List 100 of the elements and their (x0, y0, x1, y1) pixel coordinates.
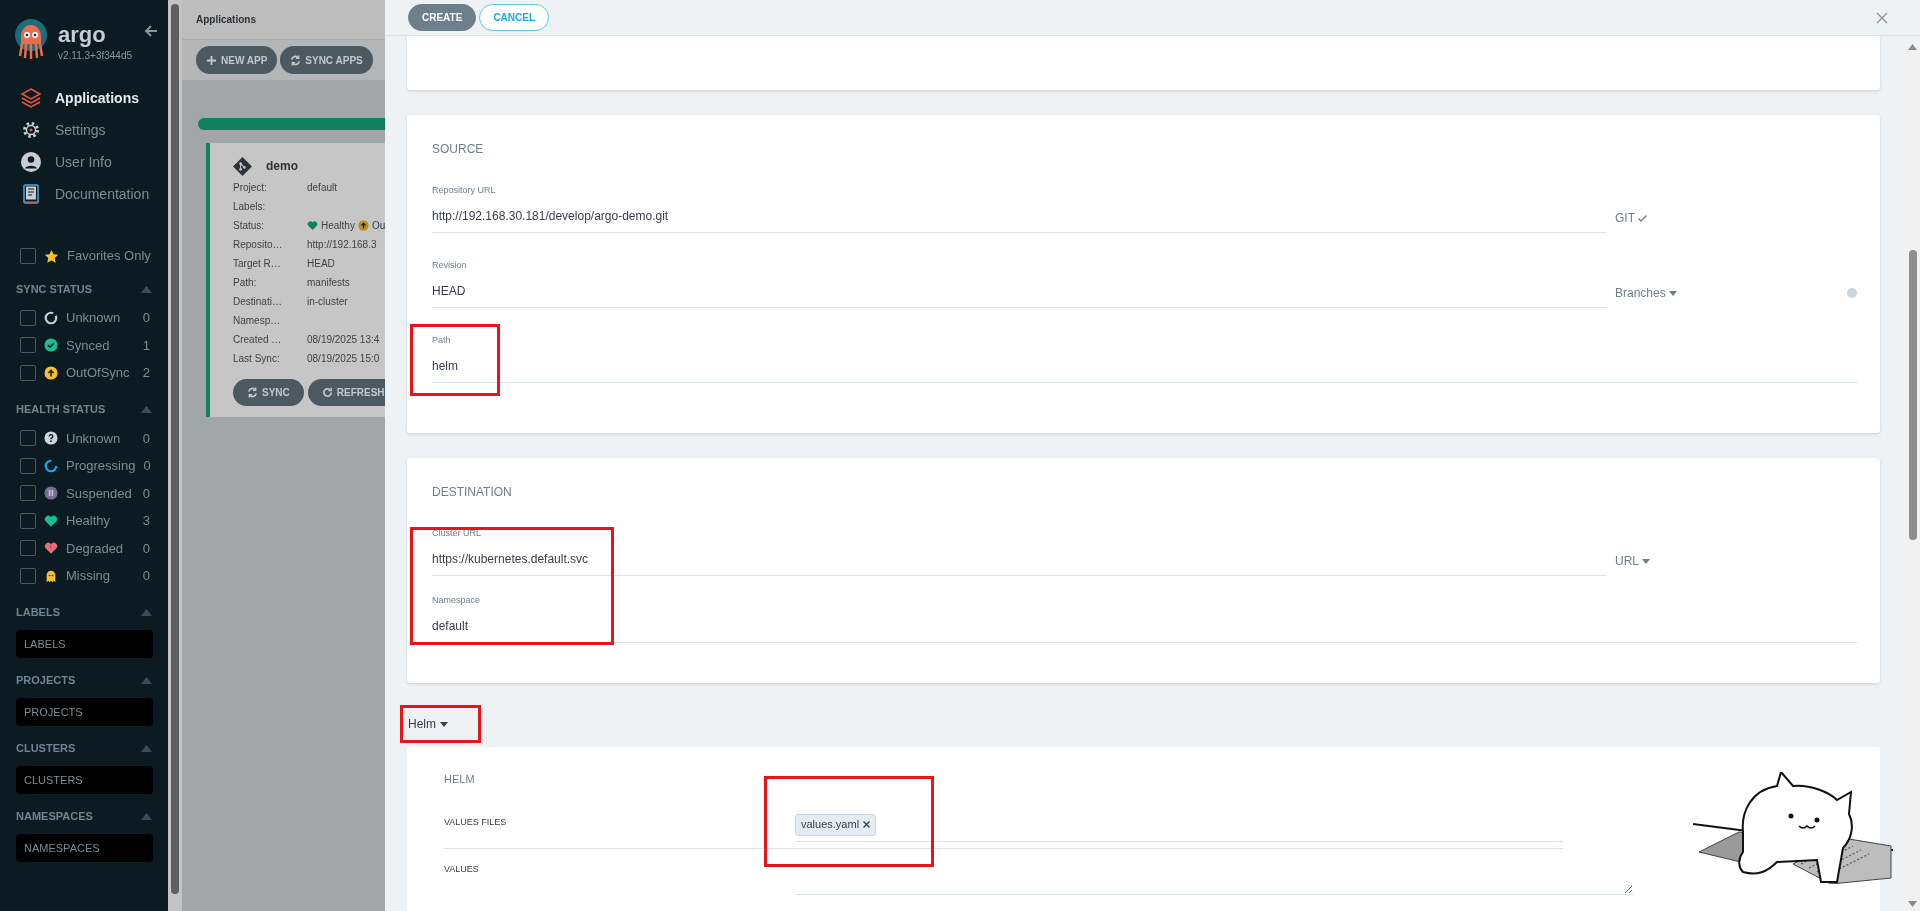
scroll-down-icon[interactable] (1908, 901, 1917, 907)
field-label: Namesp… (233, 314, 282, 328)
filter-section-title: PROJECTS (16, 673, 76, 689)
collapse-caret-icon[interactable] (141, 406, 152, 413)
checkbox[interactable] (20, 309, 36, 326)
collapse-caret-icon[interactable] (141, 609, 152, 616)
filter-input-field[interactable]: PROJECTS (16, 697, 153, 726)
source-type-dropdown[interactable]: Helm (408, 716, 448, 732)
user-icon (20, 151, 42, 173)
field-label: VALUES FILES (444, 817, 507, 827)
collapse-caret-icon[interactable] (141, 745, 152, 752)
filter-section-title: CLUSTERS (16, 741, 76, 757)
nav-item[interactable]: Settings (0, 114, 168, 146)
filter-count: 0 (143, 457, 151, 475)
sync-icon (290, 54, 302, 66)
field-label: Labels: (233, 200, 267, 214)
filter-count: 1 (142, 336, 150, 355)
toolbar-button[interactable]: NEW APP (196, 46, 278, 74)
star-icon (44, 248, 59, 264)
collapse-caret-icon[interactable] (141, 813, 152, 820)
dropdown-toggle[interactable]: URL (1615, 552, 1650, 570)
check-icon (1638, 214, 1647, 222)
nav-item[interactable]: Applications (0, 82, 168, 114)
section-title: DESTINATION (432, 484, 513, 501)
filter-input-field[interactable]: LABELS (16, 629, 153, 658)
filter-section-title: LABELS (16, 605, 60, 621)
field-value: 08/19/2025 13:4 (307, 333, 380, 347)
field-label: VALUES (444, 864, 479, 874)
filter-option-label: OutOfSync (66, 364, 130, 382)
field-value: 08/19/2025 15:0 (307, 352, 380, 366)
filter-option-label: Missing (66, 567, 111, 585)
nav-item[interactable]: User Info (0, 146, 168, 178)
logo-text: argo (58, 24, 107, 46)
caret-icon (1642, 558, 1650, 564)
input-field[interactable]: Repository URL http://192.168.30.181/develop/argo-demo.git (432, 184, 1607, 233)
app-action-button[interactable]: SYNC (233, 379, 304, 406)
book-icon (20, 183, 42, 205)
filter-input-field[interactable]: NAMESPACES (16, 833, 153, 862)
panel-action-button[interactable]: CREATE (408, 4, 477, 31)
section-title: HELM (444, 772, 476, 787)
input-field[interactable]: Revision HEAD (432, 259, 1607, 308)
help-icon[interactable] (1847, 288, 1857, 298)
filter-count: 0 (142, 567, 150, 585)
filter-option-label: Degraded (66, 539, 124, 558)
field-label: Created … (233, 333, 283, 347)
filter-option-label: Progressing (66, 457, 136, 475)
filter-section-title: SYNC STATUS (16, 281, 92, 297)
field-label: Status: (233, 219, 266, 233)
checkbox[interactable] (20, 567, 36, 584)
close-icon[interactable] (1876, 11, 1888, 24)
field-value: http://192.168.3 (307, 238, 377, 252)
checkbox[interactable] (20, 248, 36, 264)
dropdown-toggle[interactable]: Branches (1615, 284, 1677, 302)
input-field[interactable]: Namespace default (432, 594, 1857, 643)
field-label: Destinati… (233, 295, 283, 309)
caret-icon (440, 721, 448, 727)
field-label: Last Sync: (233, 352, 281, 366)
tag-input-field[interactable]: values.yaml (795, 812, 1563, 842)
file-tag: values.yaml (795, 813, 877, 836)
caret-icon (1668, 290, 1677, 296)
checkbox[interactable] (20, 512, 36, 529)
field-value: default (307, 181, 338, 195)
filter-count: 0 (142, 539, 150, 558)
checkbox[interactable] (20, 485, 36, 502)
filter-input-field[interactable]: CLUSTERS (16, 765, 153, 794)
sync-icon (247, 387, 258, 398)
checkbox[interactable] (20, 337, 36, 354)
filter-count: 0 (142, 429, 150, 448)
input-field[interactable]: Path helm (432, 334, 1857, 383)
section-title: SOURCE (432, 141, 485, 158)
octopus-logo-icon (14, 18, 48, 60)
refresh-icon (321, 387, 333, 398)
breadcrumb-text: Applications (196, 13, 256, 27)
scrollbar-thumb[interactable] (1908, 250, 1917, 540)
filter-section-title: NAMESPACES (16, 809, 93, 825)
filter-option-label: Synced (66, 336, 110, 355)
plus-icon (206, 54, 217, 66)
back-arrow-icon[interactable] (144, 24, 158, 38)
field-value: in-cluster (307, 295, 348, 309)
layers-icon (20, 87, 42, 109)
arrow-up-circle-icon (357, 220, 369, 231)
checkbox[interactable] (20, 430, 36, 447)
checkbox[interactable] (20, 457, 36, 474)
app-action-button[interactable]: REFRESH (307, 379, 385, 406)
status-text: Ou (371, 219, 385, 233)
nav-item[interactable]: Documentation (0, 178, 168, 210)
field-label: Path: (233, 276, 258, 290)
collapse-caret-icon[interactable] (141, 677, 152, 684)
checkbox[interactable] (20, 364, 36, 381)
filter-count: 0 (142, 309, 150, 327)
favorites-label: Favorites Only (67, 247, 151, 266)
collapse-caret-icon[interactable] (141, 285, 152, 293)
remove-icon[interactable] (863, 821, 871, 828)
field-label: Target R… (233, 257, 282, 271)
checkbox[interactable] (20, 540, 36, 557)
filter-count: 0 (142, 484, 150, 503)
scroll-up-icon[interactable] (1908, 44, 1917, 50)
field-label: Reposito… (233, 238, 284, 252)
toolbar-button[interactable]: SYNC APPS (280, 46, 373, 74)
input-field[interactable]: Cluster URL https://kubernetes.default.svc (432, 527, 1607, 576)
